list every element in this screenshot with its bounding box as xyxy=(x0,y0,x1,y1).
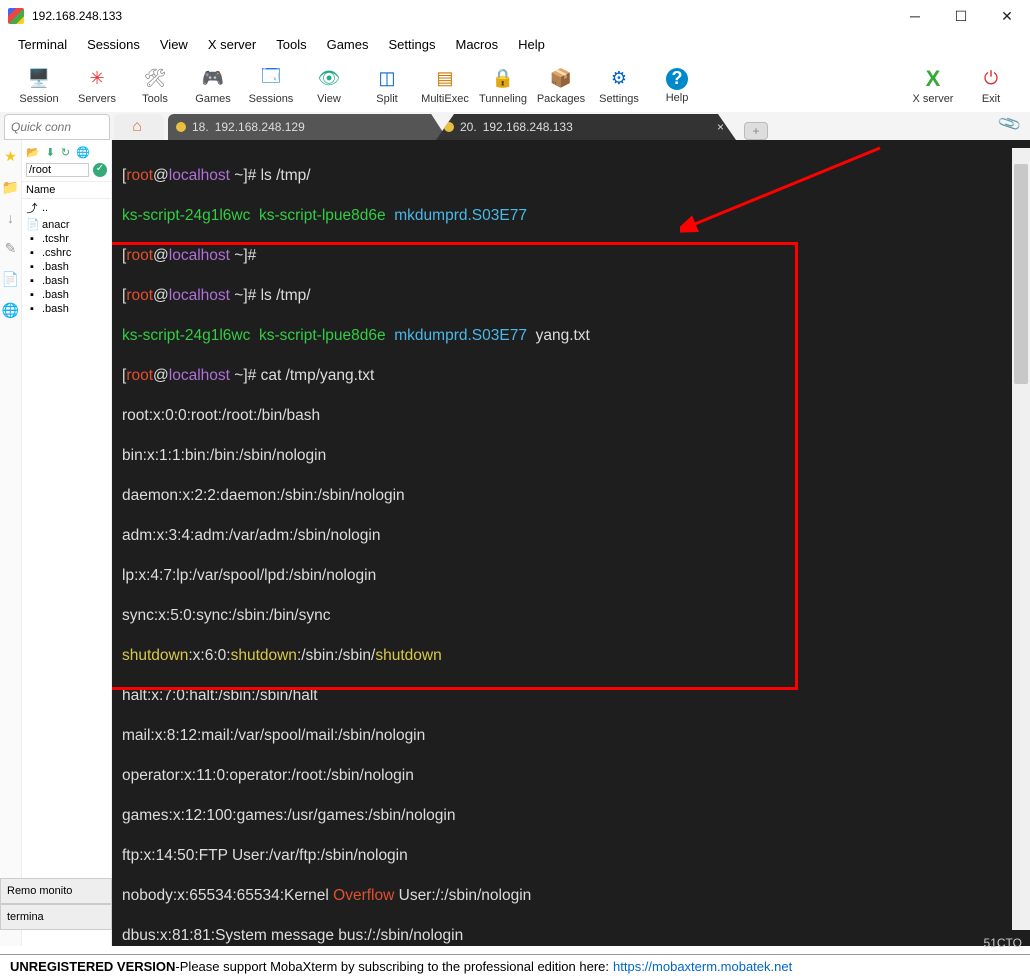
file-type-icon: ▪ xyxy=(26,275,38,287)
menu-view[interactable]: View xyxy=(150,35,198,54)
file-icon[interactable]: 📄 xyxy=(2,271,19,288)
servers-icon: ✳ xyxy=(85,67,109,91)
file-item[interactable]: ▪.bash xyxy=(22,260,111,274)
help-icon: ? xyxy=(666,68,688,90)
menu-settings[interactable]: Settings xyxy=(379,35,446,54)
toolbar-servers[interactable]: ✳Servers xyxy=(68,67,126,105)
file-type-icon: ⤴ xyxy=(26,200,38,216)
quick-connect-input[interactable] xyxy=(4,114,110,140)
mobaxterm-link[interactable]: https://mobaxterm.mobatek.net xyxy=(613,959,792,974)
toolbar-exit[interactable]: ⏻Exit xyxy=(962,67,1020,105)
toolbar-session[interactable]: 🖥️Session xyxy=(10,67,68,105)
menu-xserver[interactable]: X server xyxy=(198,35,266,54)
menu-terminal[interactable]: Terminal xyxy=(8,35,77,54)
folder-icon[interactable]: 📁 xyxy=(2,179,19,196)
minimize-button[interactable]: ─ xyxy=(892,0,938,32)
file-type-icon: ▪ xyxy=(26,233,38,245)
menu-sessions[interactable]: Sessions xyxy=(77,35,150,54)
file-type-icon: 📄 xyxy=(26,218,38,231)
toolbar: 🖥️Session ✳Servers 🛠Tools 🎮Games 🗔Sessio… xyxy=(0,56,1030,112)
file-item[interactable]: ▪.cshrc xyxy=(22,246,111,260)
scrollbar-thumb[interactable] xyxy=(1014,164,1028,384)
toolbar-help[interactable]: ?Help xyxy=(648,68,706,104)
toolbar-packages[interactable]: 📦Packages xyxy=(532,67,590,105)
unregistered-label: UNREGISTERED VERSION xyxy=(10,959,175,974)
toolbar-tools[interactable]: 🛠Tools xyxy=(126,67,184,105)
globe-icon[interactable]: 🌐 xyxy=(76,146,90,159)
toolbar-settings[interactable]: ⚙Settings xyxy=(590,67,648,105)
globe-icon[interactable]: 🌐 xyxy=(2,302,19,319)
new-tab-button[interactable]: + xyxy=(744,122,768,140)
maximize-button[interactable]: ☐ xyxy=(938,0,984,32)
toolbar-view[interactable]: 👁View xyxy=(300,67,358,105)
status-dot-icon xyxy=(176,122,186,132)
split-icon: ◫ xyxy=(375,67,399,91)
app-icon xyxy=(8,8,24,24)
window-title: 192.168.248.133 xyxy=(32,9,892,23)
multiexec-icon: ▤ xyxy=(433,67,457,91)
packages-icon: 📦 xyxy=(549,67,573,91)
terminal-button[interactable]: termina xyxy=(0,904,112,930)
toolbar-multiexec[interactable]: ▤MultiExec xyxy=(416,67,474,105)
games-icon: 🎮 xyxy=(201,67,225,91)
sessions-icon: 🗔 xyxy=(259,67,283,91)
file-panel: 📂 ⬇ ↻ 🌐 /root ✓ Name ⤴..📄anacr▪.tcshr▪.cs… xyxy=(22,140,112,946)
star-icon[interactable]: ★ xyxy=(4,148,17,165)
menu-games[interactable]: Games xyxy=(317,35,379,54)
remote-monitor-button[interactable]: Remo monito xyxy=(0,878,112,904)
paperclip-icon[interactable]: 📎 xyxy=(996,110,1023,137)
file-type-icon: ▪ xyxy=(26,289,38,301)
file-header-name[interactable]: Name xyxy=(22,181,111,199)
status-message: Please support MobaXterm by subscribing … xyxy=(180,959,609,974)
toolbar-sessions[interactable]: 🗔Sessions xyxy=(242,67,300,105)
vertical-scrollbar[interactable] xyxy=(1012,148,1030,930)
tab-close-icon[interactable]: × xyxy=(717,120,724,134)
file-item[interactable]: ⤴.. xyxy=(22,199,111,217)
edit-icon[interactable]: ✎ xyxy=(5,240,17,257)
status-bar: UNREGISTERED VERSION - Please support Mo… xyxy=(0,954,1030,978)
toolbar-split[interactable]: ◫Split xyxy=(358,67,416,105)
home-icon: ⌂ xyxy=(132,118,142,136)
file-item[interactable]: ▪.tcshr xyxy=(22,232,111,246)
tab-row: ⌂ 18. 192.168.248.129 20. 192.168.248.13… xyxy=(0,112,1030,140)
settings-icon: ⚙ xyxy=(607,67,631,91)
terminal-pane[interactable]: [root@localhost ~]# ls /tmp/ ks-script-2… xyxy=(112,140,1030,946)
menu-bar: Terminal Sessions View X server Tools Ga… xyxy=(0,32,1030,56)
folder-open-icon[interactable]: 📂 xyxy=(26,146,40,159)
view-icon: 👁 xyxy=(317,67,341,91)
menu-macros[interactable]: Macros xyxy=(445,35,508,54)
status-dot-icon xyxy=(444,122,454,132)
xserver-icon: X xyxy=(921,67,945,91)
file-item[interactable]: ▪.bash xyxy=(22,302,111,316)
path-field[interactable]: /root xyxy=(26,163,89,177)
path-ok-icon: ✓ xyxy=(93,163,107,177)
window-titlebar: 192.168.248.133 ─ ☐ ✕ xyxy=(0,0,1030,32)
tunneling-icon: 🔒 xyxy=(491,67,515,91)
tab-home[interactable]: ⌂ xyxy=(114,114,164,140)
toolbar-xserver[interactable]: XX server xyxy=(904,67,962,105)
refresh-icon[interactable]: ↻ xyxy=(61,146,70,159)
menu-tools[interactable]: Tools xyxy=(266,35,316,54)
tools-icon: 🛠 xyxy=(143,67,167,91)
tab-session-18[interactable]: 18. 192.168.248.129 xyxy=(168,114,448,140)
download-icon[interactable]: ↓ xyxy=(7,210,14,226)
file-type-icon: ▪ xyxy=(26,247,38,259)
file-type-icon: ▪ xyxy=(26,261,38,273)
exit-icon: ⏻ xyxy=(979,67,1003,91)
file-item[interactable]: 📄anacr xyxy=(22,217,111,232)
download-icon[interactable]: ⬇ xyxy=(46,146,55,159)
file-item[interactable]: ▪.bash xyxy=(22,274,111,288)
menu-help[interactable]: Help xyxy=(508,35,555,54)
tab-session-20[interactable]: 20. 192.168.248.133 × xyxy=(436,114,736,140)
close-button[interactable]: ✕ xyxy=(984,0,1030,32)
toolbar-games[interactable]: 🎮Games xyxy=(184,67,242,105)
session-icon: 🖥️ xyxy=(27,67,51,91)
toolbar-tunneling[interactable]: 🔒Tunneling xyxy=(474,67,532,105)
watermark-text: 51CTO xyxy=(984,936,1022,950)
file-type-icon: ▪ xyxy=(26,303,38,315)
side-icon-bar: ★ 📁 ↓ ✎ 📄 🌐 xyxy=(0,140,22,946)
file-item[interactable]: ▪.bash xyxy=(22,288,111,302)
